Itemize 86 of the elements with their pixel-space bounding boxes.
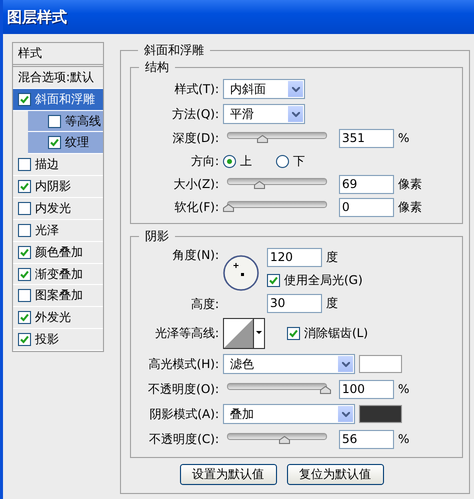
- window-title: 图层样式: [3, 0, 474, 34]
- color-swatch[interactable]: [359, 405, 402, 423]
- dropdown[interactable]: 叠加: [223, 404, 355, 424]
- radio-button[interactable]: [223, 154, 236, 168]
- checkbox[interactable]: [18, 180, 31, 194]
- style-list-item[interactable]: 内发光: [13, 198, 103, 220]
- number-field[interactable]: 30: [267, 294, 322, 312]
- checkbox[interactable]: [18, 202, 31, 215]
- default-button[interactable]: 设置为默认值: [180, 464, 276, 485]
- checkbox[interactable]: [18, 158, 31, 172]
- style-list-item[interactable]: 渐变叠加: [13, 264, 103, 286]
- contour-picker[interactable]: [223, 318, 265, 348]
- slider-thumb[interactable]: [223, 204, 234, 212]
- style-list-item[interactable]: 斜面和浮雕: [13, 88, 103, 111]
- checkbox[interactable]: [18, 311, 31, 324]
- style-list-item[interactable]: 描边: [13, 154, 103, 176]
- angle-dial[interactable]: [223, 255, 259, 291]
- number-field[interactable]: 56: [339, 430, 394, 448]
- checkbox[interactable]: [48, 114, 61, 128]
- field-label: 高光模式(H):: [148, 356, 219, 372]
- slider-thumb[interactable]: [257, 134, 268, 142]
- checkbox[interactable]: [18, 92, 31, 106]
- slider-thumb[interactable]: [254, 180, 266, 188]
- radio-dot-icon: [227, 158, 232, 164]
- checkbox[interactable]: [48, 136, 61, 150]
- unit-label: 度: [326, 248, 338, 266]
- chevron-icon: [288, 106, 303, 122]
- caret-icon: [253, 318, 264, 348]
- number-field[interactable]: 0: [339, 198, 394, 216]
- checkbox-label: 消除锯齿(L): [304, 324, 368, 342]
- unit-label: %: [398, 131, 410, 145]
- checkbox-label: 使用全局光(G): [284, 272, 363, 288]
- default-button[interactable]: 复位为默认值: [286, 464, 384, 485]
- radio-label: 上: [240, 152, 252, 170]
- dropdown[interactable]: 内斜面: [223, 79, 305, 99]
- checkbox[interactable]: [18, 246, 31, 259]
- group-title: 阴影: [144, 228, 170, 245]
- style-list-item[interactable]: 等高线: [28, 110, 103, 132]
- section-title: 斜面和浮雕: [143, 42, 205, 59]
- field-label: 高度:: [190, 296, 219, 313]
- field-label: 方法(Q):: [171, 106, 219, 122]
- checkbox[interactable]: [267, 274, 280, 286]
- checkbox[interactable]: [287, 326, 300, 340]
- field-label: 角度(N):: [172, 247, 219, 264]
- chevron-icon: [288, 81, 303, 97]
- checkbox[interactable]: [18, 224, 31, 237]
- field-label: 不透明度(C):: [148, 430, 219, 448]
- slider-thumb[interactable]: [320, 386, 332, 394]
- group-title: 结构: [144, 59, 170, 76]
- chevron-icon: [338, 356, 353, 372]
- field-label: 大小(Z):: [172, 176, 219, 192]
- list-header: 样式: [18, 44, 42, 62]
- style-list-item[interactable]: 图案叠加: [13, 285, 103, 308]
- field-label: 阴影模式(A):: [148, 406, 219, 422]
- checkbox[interactable]: [18, 333, 31, 346]
- checkbox[interactable]: [18, 289, 31, 302]
- style-list-item[interactable]: 光泽: [13, 220, 103, 242]
- contour-curve-icon: [224, 318, 254, 348]
- dropdown[interactable]: 平滑: [223, 104, 305, 124]
- field-label: 不透明度(O):: [147, 380, 219, 398]
- number-field[interactable]: 100: [339, 380, 394, 398]
- style-list-item[interactable]: 投影: [13, 329, 103, 352]
- field-label: 深度(D):: [171, 130, 219, 146]
- slider-thumb[interactable]: [278, 436, 290, 444]
- checkbox[interactable]: [18, 268, 31, 281]
- radio-button[interactable]: [276, 154, 289, 168]
- unit-label: 度: [326, 294, 338, 312]
- number-field[interactable]: 351: [339, 128, 394, 148]
- unit-label: 像素: [398, 176, 422, 192]
- unit-label: %: [398, 382, 410, 396]
- field-label: 方向:: [190, 152, 219, 170]
- unit-label: 像素: [398, 198, 422, 216]
- field-label: 软化(F):: [174, 198, 219, 216]
- number-field[interactable]: 69: [339, 174, 394, 194]
- radio-label: 下: [293, 152, 305, 170]
- field-label: 光泽等高线:: [154, 324, 219, 342]
- style-list-item[interactable]: 外发光: [13, 307, 103, 330]
- style-list-item[interactable]: 颜色叠加: [13, 242, 103, 264]
- style-list-item[interactable]: 内阴影: [13, 176, 103, 198]
- unit-label: %: [398, 432, 410, 446]
- style-list-item[interactable]: 纹理: [28, 132, 103, 154]
- color-swatch[interactable]: [359, 355, 402, 373]
- dropdown[interactable]: 滤色: [223, 354, 355, 374]
- chevron-icon: [338, 406, 353, 422]
- number-field[interactable]: 120: [267, 248, 322, 266]
- field-label: 样式(T):: [173, 80, 219, 98]
